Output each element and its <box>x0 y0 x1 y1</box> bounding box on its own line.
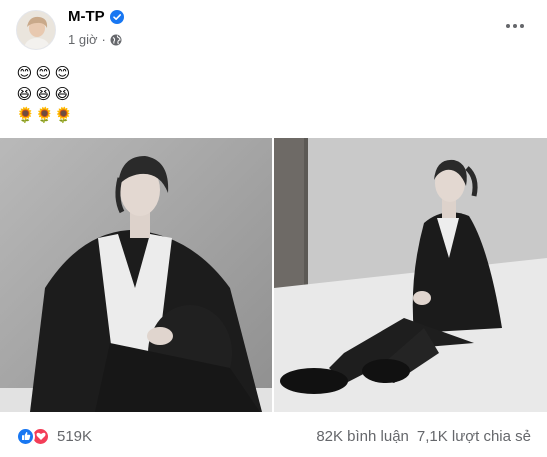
like-reaction-icon <box>16 426 35 446</box>
post-header: M-TP 1 giờ · <box>0 0 547 60</box>
photo-grid <box>0 138 547 412</box>
post-text-line: 🌻 🌻 🌻 <box>16 105 73 126</box>
sunflower-emoji: 🌻 <box>35 106 54 124</box>
comment-count[interactable]: 82K bình luận <box>316 428 409 445</box>
laughing-emoji: 😆 <box>35 85 52 103</box>
reaction-icons[interactable] <box>16 426 50 446</box>
post-footer: 519K 82K bình luận 7,1K lượt chia sẻ <box>0 418 547 454</box>
meta-separator: · <box>101 32 106 47</box>
post-timestamp[interactable]: 1 giờ <box>68 32 98 47</box>
reaction-count[interactable]: 519K <box>57 428 92 445</box>
smiling-emoji: 😊 <box>16 64 33 82</box>
sunflower-emoji: 🌻 <box>54 106 73 124</box>
author-avatar[interactable] <box>16 10 56 50</box>
globe-icon[interactable] <box>110 34 122 46</box>
smiling-emoji: 😊 <box>54 64 71 82</box>
smiling-emoji: 😊 <box>35 64 52 82</box>
author-name[interactable]: M-TP <box>68 8 105 25</box>
verified-badge-icon <box>109 9 124 24</box>
post-text-line: 😆 😆 😆 <box>16 84 71 105</box>
sunflower-emoji: 🌻 <box>16 106 35 124</box>
laughing-emoji: 😆 <box>54 85 71 103</box>
share-count[interactable]: 7,1K lượt chia sẻ <box>417 428 531 445</box>
photo-2[interactable] <box>274 138 547 412</box>
more-options-icon[interactable] <box>499 12 531 40</box>
photo-1[interactable] <box>0 138 272 412</box>
laughing-emoji: 😆 <box>16 85 33 103</box>
post-text: 😊 😊 😊 😆 😆 😆 🌻 🌻 🌻 <box>16 63 73 126</box>
post-text-line: 😊 😊 😊 <box>16 63 71 84</box>
